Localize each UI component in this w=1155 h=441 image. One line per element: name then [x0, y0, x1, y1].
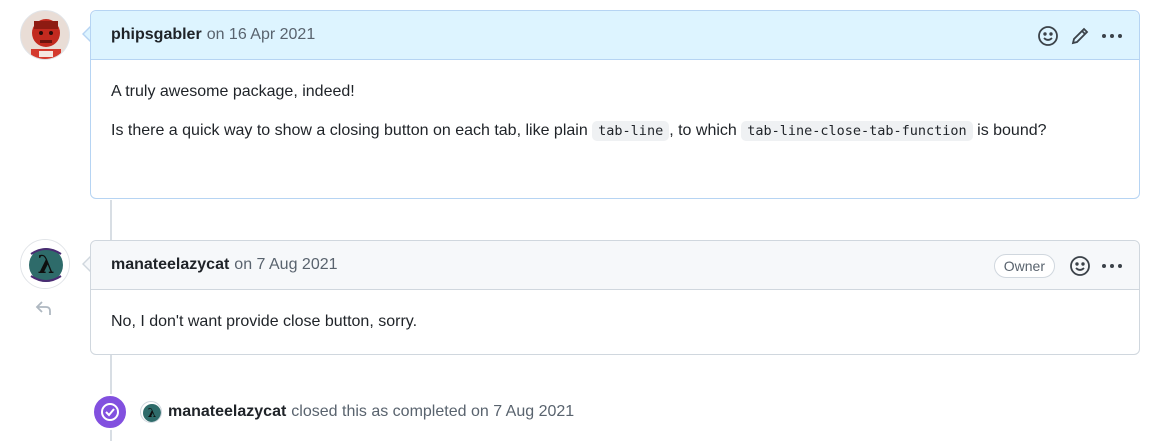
- kebab-icon[interactable]: [1101, 255, 1123, 277]
- comment-author[interactable]: phipsgabler: [111, 26, 202, 44]
- comment-body: No, I don't want provide close button, s…: [91, 290, 1139, 354]
- inline-code: tab-line-close-tab-function: [741, 121, 973, 141]
- check-circle-icon: [92, 394, 128, 430]
- smiley-icon[interactable]: [1037, 25, 1059, 47]
- event-author[interactable]: manateelazycat: [168, 403, 286, 421]
- comment-date[interactable]: on 16 Apr 2021: [207, 26, 316, 44]
- event-avatar[interactable]: λ: [140, 401, 162, 423]
- closed-event: λ manateelazycat closed this as complete…: [92, 394, 575, 430]
- issue-timeline: phipsgabler on 16 Apr 2021 A truly aweso…: [0, 0, 1155, 441]
- comment-date[interactable]: on 7 Aug 2021: [234, 256, 337, 274]
- smiley-icon[interactable]: [1069, 255, 1091, 277]
- avatar-phipsgabler[interactable]: [20, 10, 70, 60]
- reply-icon[interactable]: [34, 298, 54, 323]
- comment-card: manateelazycat on 7 Aug 2021 Owner No, I…: [90, 240, 1140, 355]
- comment-paragraph: A truly awesome package, indeed!: [111, 83, 355, 100]
- comment-card: phipsgabler on 16 Apr 2021 A truly aweso…: [90, 10, 1140, 199]
- comment-author[interactable]: manateelazycat: [111, 256, 229, 274]
- comment-body: A truly awesome package, indeed! Is ther…: [91, 60, 1139, 163]
- svg-text:λ: λ: [38, 250, 55, 279]
- avatar-manateelazycat[interactable]: λ: [20, 239, 70, 289]
- inline-code: tab-line: [592, 121, 670, 141]
- comment-actions: [1037, 11, 1123, 60]
- comment-actions: Owner: [993, 241, 1123, 290]
- pencil-icon[interactable]: [1069, 25, 1091, 47]
- event-text: closed this as completed on 7 Aug 2021: [291, 403, 575, 420]
- kebab-icon[interactable]: [1101, 25, 1123, 47]
- text-fragment: , to which: [669, 122, 742, 139]
- comment-paragraph: Is there a quick way to show a closing b…: [111, 119, 1119, 143]
- comment-header: manateelazycat on 7 Aug 2021 Owner: [91, 241, 1139, 290]
- text-fragment: is bound?: [972, 122, 1047, 139]
- owner-badge: Owner: [993, 253, 1055, 278]
- text-fragment: Is there a quick way to show a closing b…: [111, 122, 593, 139]
- svg-text:λ: λ: [148, 406, 156, 420]
- comment-paragraph: No, I don't want provide close button, s…: [111, 313, 418, 330]
- comment-header: phipsgabler on 16 Apr 2021: [91, 11, 1139, 60]
